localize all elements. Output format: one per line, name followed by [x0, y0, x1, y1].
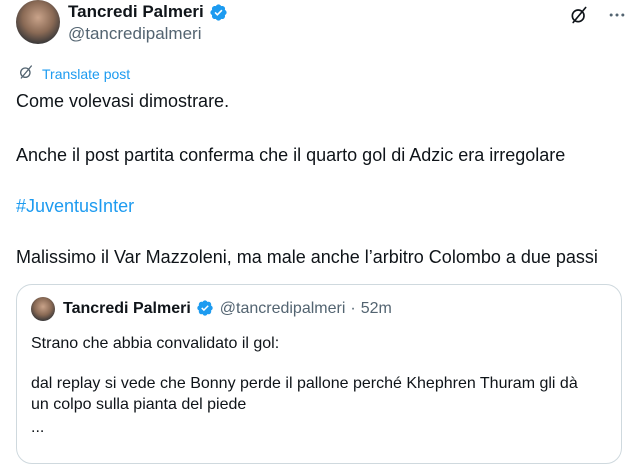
quoted-text-line: dal replay si vede che Bonny perde il pa… — [31, 375, 578, 392]
author-name[interactable]: Tancredi Palmeri — [68, 2, 204, 22]
quoted-post-card[interactable]: Tancredi Palmeri @tancredipalmeri · 52m … — [16, 284, 622, 464]
verified-badge-icon — [209, 3, 228, 22]
quoted-post-time: 52m — [360, 299, 392, 317]
post-text-line: Anche il post partita conferma che il qu… — [16, 145, 566, 165]
author-name-row[interactable]: Tancredi Palmeri — [68, 2, 228, 22]
top-actions — [568, 4, 628, 26]
grok-icon[interactable] — [568, 4, 590, 26]
quoted-text-line: Strano che abbia convalidato il gol: — [31, 335, 280, 352]
quoted-post-header: Tancredi Palmeri @tancredipalmeri · 52m — [63, 299, 392, 318]
quoted-text-line: un colpo sulla pianta del piede — [31, 396, 247, 413]
translate-icon — [18, 64, 34, 83]
quoted-author-handle: @tancredipalmeri — [219, 299, 346, 317]
quoted-author-name: Tancredi Palmeri — [63, 299, 191, 317]
hashtag-link[interactable]: #JuventusInter — [16, 196, 134, 217]
verified-badge-icon — [196, 299, 215, 318]
post-text-line: Come volevasi dimostrare. — [16, 91, 230, 111]
translate-post-link[interactable]: Translate post — [18, 64, 130, 83]
quoted-ellipsis: ... — [31, 419, 45, 436]
post-text-line: Malissimo il Var Mazzoleni, ma male anch… — [16, 247, 598, 267]
more-icon[interactable] — [606, 4, 628, 26]
quoted-author-avatar — [31, 297, 55, 321]
author-handle[interactable]: @tancredipalmeri — [68, 24, 201, 44]
translate-label[interactable]: Translate post — [42, 66, 130, 82]
author-avatar[interactable] — [16, 0, 60, 44]
meta-separator: · — [350, 299, 356, 317]
